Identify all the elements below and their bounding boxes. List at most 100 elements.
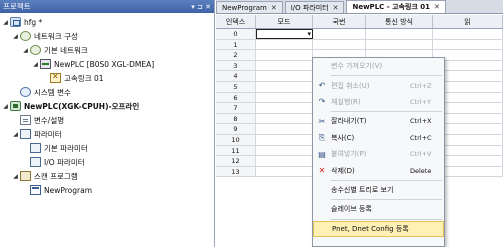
menu-item-shortcut: Ctrl+X xyxy=(410,117,432,126)
menu-item-register-slave[interactable]: 슬레이브 등록 xyxy=(313,201,444,217)
grid-cell[interactable] xyxy=(256,60,313,71)
menu-item-cut[interactable]: ✂ 잘라내기(T) Ctrl+X xyxy=(313,113,444,129)
grid-cell[interactable] xyxy=(256,50,313,60)
grid-cell[interactable] xyxy=(433,39,503,50)
tree-item-vars-comments[interactable]: 변수/설명 xyxy=(0,113,214,127)
expand-icon[interactable]: ◢ xyxy=(12,131,19,138)
column-header-index[interactable]: 인덱스 xyxy=(216,15,256,28)
tree-item-basic-params[interactable]: 기본 파라미터 xyxy=(0,141,214,155)
menu-item-paste[interactable]: ▤ 붙여넣기(P) Ctrl+V xyxy=(313,146,444,162)
expand-icon[interactable]: ◢ xyxy=(22,47,29,54)
menu-item-copy[interactable]: ⎘ 복사(C) Ctrl+C xyxy=(313,130,444,146)
close-icon[interactable]: ✕ xyxy=(434,3,440,11)
row-index: 1 xyxy=(216,39,256,50)
tree-item-newplc-module[interactable]: ◢ NewPLC [B0S0 XGL-DMEA] xyxy=(0,57,214,71)
grid-cell[interactable] xyxy=(313,39,366,50)
tree-item-basic-network[interactable]: ◢ 기본 네트워크 xyxy=(0,43,214,57)
tree-item-system-vars[interactable]: 시스템 변수 xyxy=(0,85,214,99)
menu-item-tree-view[interactable]: 송수신별 트리로 보기 xyxy=(313,182,444,198)
menu-item-label: 붙여넣기(P) xyxy=(331,150,367,159)
xg5000-window: 프로젝트 ▾ ⊐ ✕ ◢ hfg * ◢ 네트워크 구성 ◢ 기본 네트워크 ◢ xyxy=(0,0,503,247)
column-header-read[interactable]: 읽 xyxy=(433,15,503,28)
grid-cell[interactable] xyxy=(256,134,313,145)
expand-icon[interactable]: ◢ xyxy=(12,173,19,180)
menu-item-shortcut: Ctrl+V xyxy=(410,150,432,159)
tree-item-io-params[interactable]: I/O 파라미터 xyxy=(0,155,214,169)
tab-label: I/O 파라미터 xyxy=(290,3,329,12)
grid-cell[interactable] xyxy=(366,29,433,39)
tree-item-label: I/O 파라미터 xyxy=(44,157,85,167)
tree-item-label: NewProgram xyxy=(44,185,93,195)
menu-item-delete[interactable]: ✕ 삭제(D) Delete xyxy=(313,162,444,178)
grid-cell[interactable] xyxy=(256,156,313,166)
grid-cell[interactable] xyxy=(256,145,313,156)
menu-item-pnet-dnet-config[interactable]: Pnet, Dnet Config 등록 xyxy=(313,220,444,237)
tree-item-project[interactable]: ◢ hfg * xyxy=(0,15,214,29)
grid-cell[interactable] xyxy=(366,39,433,50)
close-icon[interactable]: ✕ xyxy=(271,4,277,12)
grid-cell[interactable] xyxy=(256,81,313,92)
menu-item-redo[interactable]: ↷ 재실행(R) Ctrl+Y xyxy=(313,94,444,110)
project-panel-header: 프로젝트 ▾ ⊐ ✕ xyxy=(0,0,214,13)
grid-cell[interactable] xyxy=(256,39,313,50)
grid-cell[interactable] xyxy=(256,103,313,113)
tab-highspeed-link[interactable]: NewPLC - 고속링크 01 ✕ xyxy=(346,0,446,13)
tree-item-label: 스캔 프로그램 xyxy=(34,171,78,181)
context-menu: 변수 가져오기(V) ↶ 편집 취소(U) Ctrl+Z ↷ 재실행(R) Ct… xyxy=(312,57,445,247)
grid-cell[interactable] xyxy=(256,71,313,81)
column-header-station[interactable]: 국번 xyxy=(313,15,366,28)
menu-item-undo[interactable]: ↶ 편집 취소(U) Ctrl+Z xyxy=(313,77,444,93)
expand-icon[interactable]: ◢ xyxy=(12,33,19,40)
menu-item-shortcut: Ctrl+Z xyxy=(410,81,432,90)
column-header-mode[interactable]: 모드 xyxy=(256,15,313,28)
undo-icon: ↶ xyxy=(318,81,326,91)
highspeed-link-icon xyxy=(50,72,61,83)
menu-item-label: 슬레이브 등록 xyxy=(331,205,372,214)
tree-item-newprogram[interactable]: NewProgram xyxy=(0,183,214,197)
expand-icon[interactable]: ◢ xyxy=(2,103,9,110)
tree-item-scan-program[interactable]: ◢ 스캔 프로그램 xyxy=(0,169,214,183)
table-row[interactable]: 0 xyxy=(216,29,503,40)
grid-cell[interactable] xyxy=(433,29,503,39)
tree-item-label: NewPLC [B0S0 XGL-DMEA] xyxy=(54,59,155,69)
tree-item-plc-cpu[interactable]: ◢ NewPLC(XGK-CPUH)-오프라인 xyxy=(0,99,214,113)
project-icon xyxy=(10,17,21,27)
grid-cell[interactable] xyxy=(256,92,313,103)
tree-item-label: 시스템 변수 xyxy=(34,87,71,97)
grid-header: 인덱스 모드 국번 통신 방식 읽 xyxy=(216,15,503,29)
tab-io-parameters[interactable]: I/O 파라미터 ✕ xyxy=(284,1,345,13)
row-index: 0 xyxy=(216,29,256,39)
tree-item-label: hfg * xyxy=(24,17,43,27)
tree-item-highspeed-link[interactable]: 고속링크 01 xyxy=(0,71,214,85)
row-index: 9 xyxy=(216,124,256,134)
tree-item-label: 기본 네트워크 xyxy=(44,45,88,55)
variable-comment-icon xyxy=(20,115,31,125)
mode-dropdown[interactable] xyxy=(256,29,313,39)
grid-cell[interactable] xyxy=(256,124,313,134)
tab-label: NewPLC - 고속링크 01 xyxy=(352,3,431,11)
close-icon[interactable]: ✕ xyxy=(333,4,339,12)
grid-cell[interactable] xyxy=(256,113,313,124)
menu-item-label: 변수 가져오기(V) xyxy=(331,62,383,71)
system-variable-icon xyxy=(20,87,31,97)
tree-item-parameters[interactable]: ◢ 파라미터 xyxy=(0,127,214,141)
project-tree: ◢ hfg * ◢ 네트워크 구성 ◢ 기본 네트워크 ◢ NewPLC [B0… xyxy=(0,13,214,197)
menu-item-label: 삭제(D) xyxy=(331,166,355,175)
tree-item-label: 네트워크 구성 xyxy=(34,31,78,41)
grid-cell[interactable] xyxy=(256,166,313,177)
copy-icon: ⎘ xyxy=(318,132,326,142)
expand-icon[interactable]: ◢ xyxy=(32,61,39,68)
menu-separator xyxy=(331,199,442,201)
grid-cell[interactable] xyxy=(313,29,366,39)
menu-item-shortcut: Ctrl+C xyxy=(410,133,432,142)
tab-newprogram[interactable]: NewProgram ✕ xyxy=(216,1,283,13)
expand-icon[interactable]: ◢ xyxy=(2,19,9,26)
column-header-comm-type[interactable]: 통신 방식 xyxy=(366,15,433,28)
tree-item-network-config[interactable]: ◢ 네트워크 구성 xyxy=(0,29,214,43)
tree-item-label: 변수/설명 xyxy=(34,115,65,125)
menu-item-import-variables[interactable]: 변수 가져오기(V) xyxy=(313,58,444,74)
table-row[interactable]: 1 xyxy=(216,39,503,51)
menu-item-shortcut: Ctrl+Y xyxy=(410,97,431,106)
panel-controls[interactable]: ▾ ⊐ ✕ xyxy=(191,3,211,11)
row-index: 13 xyxy=(216,166,256,177)
